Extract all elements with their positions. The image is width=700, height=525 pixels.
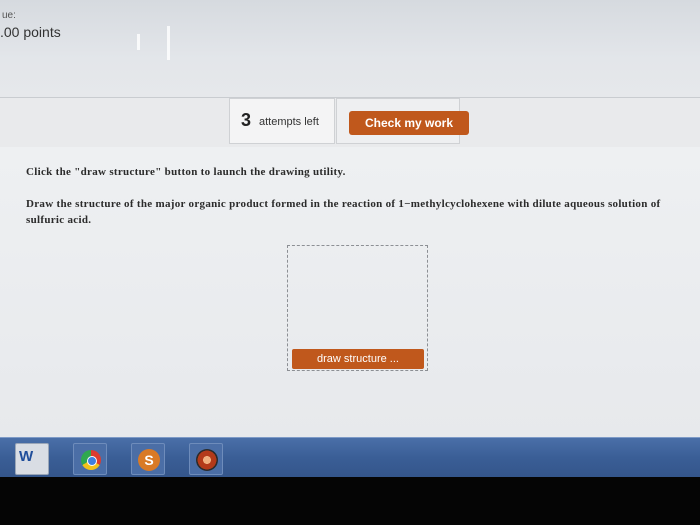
word-glyph: W (19, 448, 34, 465)
attempts-label: attempts left (259, 116, 319, 128)
instruction-launch: Click the "draw structure" button to lau… (26, 166, 346, 178)
attempts-count: 3 (241, 110, 252, 130)
glare-mark (167, 26, 170, 60)
chrome-logo (81, 450, 101, 470)
s-app-icon[interactable]: S (131, 443, 165, 475)
app-logo (196, 449, 218, 471)
header-band (0, 0, 700, 98)
points-label: .00 points (0, 24, 61, 40)
monitor-bezel (0, 477, 700, 525)
s-app-glyph: S (138, 449, 160, 471)
draw-structure-button[interactable]: draw structure ... (292, 349, 424, 369)
due-label: ue: (2, 10, 16, 21)
check-my-work-button[interactable]: Check my work (349, 111, 469, 135)
glare-mark (137, 34, 140, 50)
instruction-question: Draw the structure of the major organic … (26, 198, 661, 226)
word-icon[interactable]: W (15, 443, 49, 475)
app-icon[interactable] (189, 443, 223, 475)
chrome-icon[interactable] (73, 443, 107, 475)
